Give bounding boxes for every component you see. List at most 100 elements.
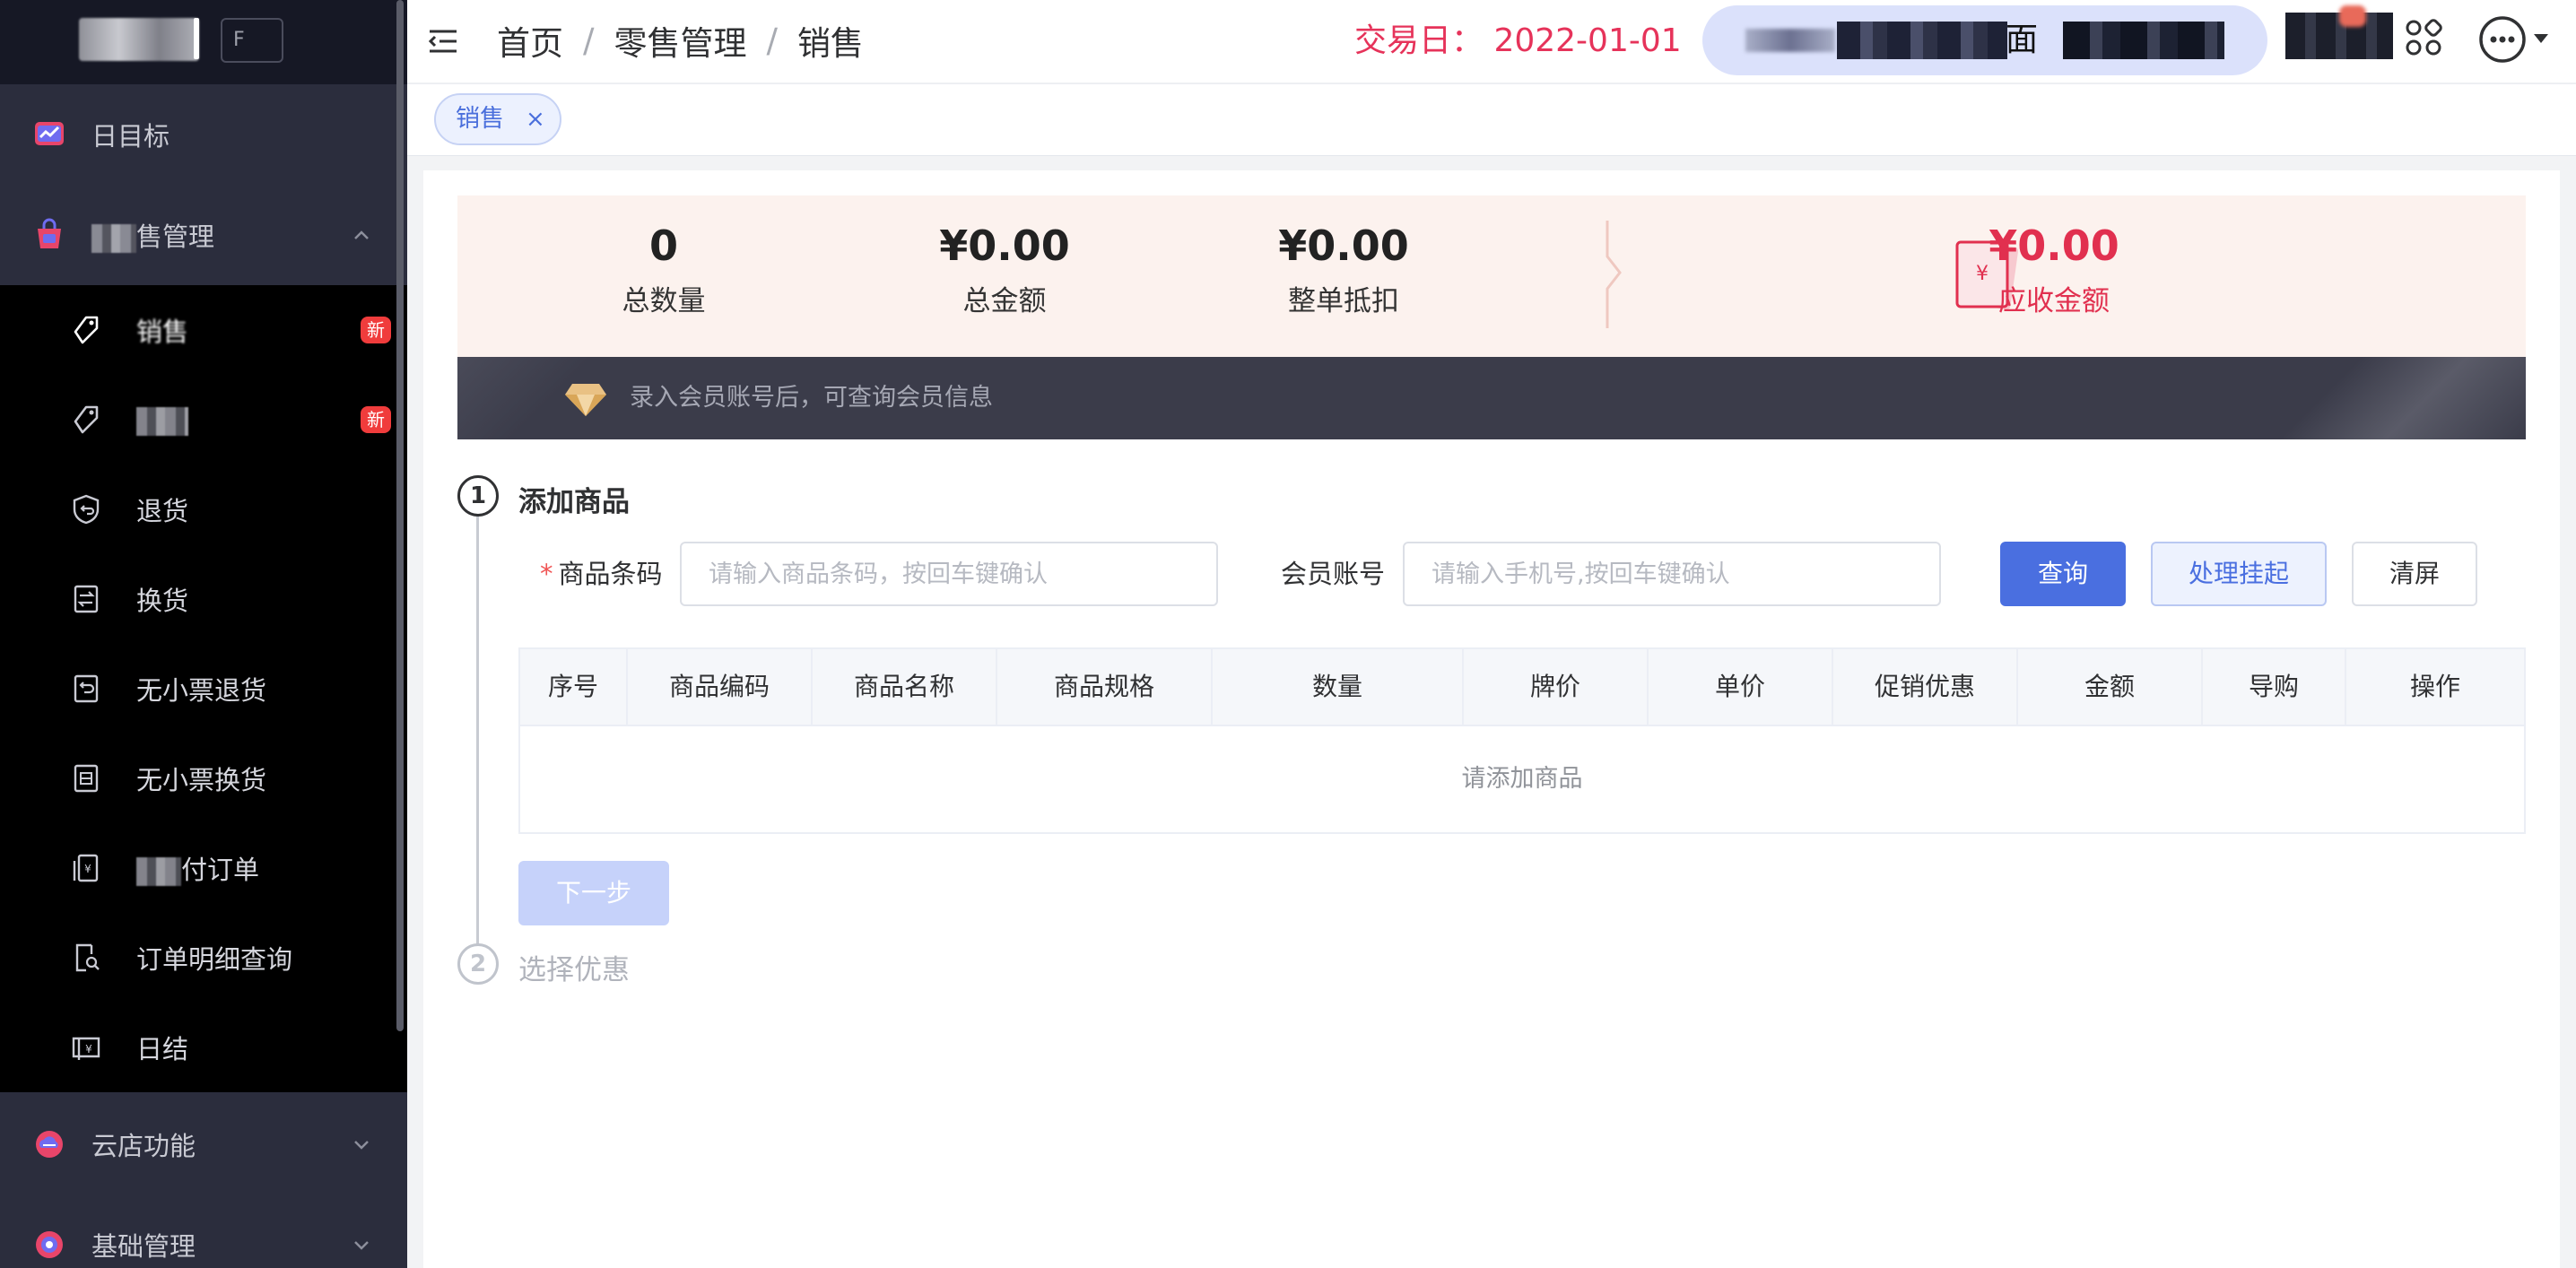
chevron-up-icon xyxy=(354,230,369,239)
svg-text:¥: ¥ xyxy=(85,1043,92,1055)
redacted-text xyxy=(1745,29,1835,52)
top-header: 首页 / 零售管理 / 销售 交易日： 2022-01-01 面 xyxy=(407,0,2576,84)
receipt-return-icon xyxy=(74,674,99,703)
sidebar-item-label: 销售 xyxy=(136,317,189,347)
breadcrumb-separator: / xyxy=(583,21,595,60)
sidebar-item-label: 日结 xyxy=(136,1034,189,1064)
doc-search-icon xyxy=(75,943,100,972)
logo-separator xyxy=(194,18,199,59)
shield-return-icon xyxy=(73,494,100,525)
retail-submenu: 销售 新 新 退货 换货 无小票退货 无小票换货 ¥ 付订单 订单明细查询 ¥ … xyxy=(0,285,407,1092)
sidebar-item-sales[interactable]: 销售 新 xyxy=(0,285,407,375)
avatar xyxy=(2339,5,2366,27)
sidebar-item-label: 云店功能 xyxy=(91,1131,196,1161)
sidebar-item-return[interactable]: 退货 xyxy=(0,465,407,554)
column-header: 促销优惠 xyxy=(1833,649,2018,725)
svg-text:¥: ¥ xyxy=(84,863,91,875)
column-header: 序号 xyxy=(520,649,628,725)
redacted-text xyxy=(136,406,188,436)
logo-bar: F xyxy=(0,0,407,84)
required-mark: * xyxy=(540,559,553,589)
trade-day: 交易日： 2022-01-01 xyxy=(1354,22,1682,59)
column-header: 金额 xyxy=(2018,649,2203,725)
step-1-title: 添加商品 xyxy=(518,486,630,518)
sidebar-item-label: 基础管理 xyxy=(91,1231,196,1262)
process-suspended-button[interactable]: 处理挂起 xyxy=(2151,542,2327,606)
sidebar-item-label: 无小票退货 xyxy=(136,675,267,706)
breadcrumb-separator: / xyxy=(766,21,778,60)
column-header: 导购 xyxy=(2203,649,2346,725)
table-header: 序号 商品编码 商品名称 商品规格 数量 牌价 单价 促销优惠 金额 导购 操作 xyxy=(520,649,2524,726)
clear-screen-button[interactable]: 清屏 xyxy=(2352,542,2477,606)
redacted-text xyxy=(91,224,136,253)
column-header: 牌价 xyxy=(1464,649,1649,725)
sidebar-item-label: 付订单 xyxy=(136,849,259,887)
user-info[interactable] xyxy=(2285,5,2393,59)
amount-due-label: 应收金额 xyxy=(1998,285,2110,317)
sidebar-item-cloud-store[interactable]: 云店功能 xyxy=(0,1094,407,1194)
apps-grid-icon[interactable] xyxy=(2404,18,2443,57)
sidebar-item-payment-order[interactable]: ¥ 付订单 xyxy=(0,823,407,913)
sidebar: F 日目标 售管理 销售 新 新 退货 换货 无小票退货 无小票换货 ¥ 付订单… xyxy=(0,0,407,1268)
sidebar-item-exchange[interactable]: 换货 xyxy=(0,554,407,644)
shopping-bag-icon xyxy=(38,218,61,248)
breadcrumb: 首页 / 零售管理 / 销售 xyxy=(497,16,864,65)
sidebar-item-redacted[interactable]: 新 xyxy=(0,375,407,465)
breadcrumb-retail[interactable]: 零售管理 xyxy=(614,16,746,65)
menu-fold-icon[interactable] xyxy=(427,25,459,57)
breadcrumb-current: 销售 xyxy=(796,24,864,63)
order-discount-value: ¥0.00 xyxy=(1278,221,1409,270)
receipt-exchange-icon xyxy=(74,764,99,793)
yen-doc-icon: ¥ xyxy=(73,854,99,882)
breadcrumb-home[interactable]: 首页 xyxy=(497,16,563,65)
tab-label: 销售 xyxy=(456,105,504,133)
settlement-icon: ¥ xyxy=(72,1037,100,1060)
sidebar-item-order-detail-query[interactable]: 订单明细查询 xyxy=(0,913,407,1003)
logo xyxy=(79,18,199,61)
redacted-text xyxy=(1837,22,2007,59)
sidebar-item-daily-target[interactable]: 日目标 xyxy=(0,84,407,185)
pos-app: F 日目标 售管理 销售 新 新 退货 换货 无小票退货 无小票换货 ¥ 付订单… xyxy=(0,0,2576,1268)
sidebar-item-label: 退货 xyxy=(136,496,189,526)
total-amount-value: ¥0.00 xyxy=(939,221,1070,270)
sales-page: 0 总数量 ¥0.00 总金额 ¥0.00 整单抵扣 ¥ ¥0.00 应收金额 xyxy=(423,170,2560,1268)
member-info-bar: 录入会员账号后，可查询会员信息 xyxy=(457,357,2526,439)
query-button[interactable]: 查询 xyxy=(2000,542,2126,606)
new-badge: 新 xyxy=(361,317,391,343)
column-header: 数量 xyxy=(1213,649,1464,725)
sidebar-item-label xyxy=(136,404,188,436)
sidebar-item-retail-management[interactable]: 售管理 xyxy=(0,185,407,285)
step-2-title: 选择优惠 xyxy=(518,954,630,986)
close-icon[interactable]: × xyxy=(526,95,545,143)
sidebar-item-label: 售管理 xyxy=(91,216,214,254)
sidebar-item-no-receipt-exchange[interactable]: 无小票换货 xyxy=(0,734,407,823)
step-1-indicator: 1 xyxy=(457,475,499,517)
sidebar-item-label: 订单明细查询 xyxy=(136,944,293,975)
total-amount-label: 总金额 xyxy=(962,285,1047,317)
sidebar-item-basic-management[interactable]: 基础管理 xyxy=(0,1194,407,1268)
next-step-button[interactable]: 下一步 xyxy=(518,861,669,925)
sidebar-item-label: 无小票换货 xyxy=(136,765,267,795)
total-quantity-value: 0 xyxy=(648,221,678,270)
sidebar-scrollbar[interactable] xyxy=(396,0,404,1031)
total-quantity-label: 总数量 xyxy=(622,285,706,317)
environment-switch[interactable]: F xyxy=(221,18,283,63)
member-account-input[interactable] xyxy=(1403,542,1941,606)
tags-view: 销售 × xyxy=(407,84,2576,156)
order-discount-label: 整单抵扣 xyxy=(1288,285,1399,317)
sidebar-item-label: 换货 xyxy=(136,586,189,616)
store-selector[interactable]: 面 xyxy=(1702,5,2267,75)
tab-sales[interactable]: 销售 × xyxy=(434,93,561,145)
sidebar-item-no-receipt-return[interactable]: 无小票退货 xyxy=(0,644,407,734)
product-table: 序号 商品编码 商品名称 商品规格 数量 牌价 单价 促销优惠 金额 导购 操作… xyxy=(518,647,2526,834)
barcode-input[interactable] xyxy=(680,542,1218,606)
sidebar-item-daily-settlement[interactable]: ¥ 日结 xyxy=(0,1003,407,1092)
total-quantity: 0 总数量 xyxy=(565,219,762,318)
caret-down-icon[interactable] xyxy=(2533,32,2549,45)
more-dots-icon[interactable] xyxy=(2477,14,2528,65)
settings-icon xyxy=(36,1231,63,1258)
summary-panel: 0 总数量 ¥0.00 总金额 ¥0.00 整单抵扣 ¥ ¥0.00 应收金额 xyxy=(457,195,2526,357)
table-empty-text: 请添加商品 xyxy=(1461,765,1583,793)
decoration xyxy=(2257,357,2526,439)
column-header: 商品规格 xyxy=(997,649,1213,725)
